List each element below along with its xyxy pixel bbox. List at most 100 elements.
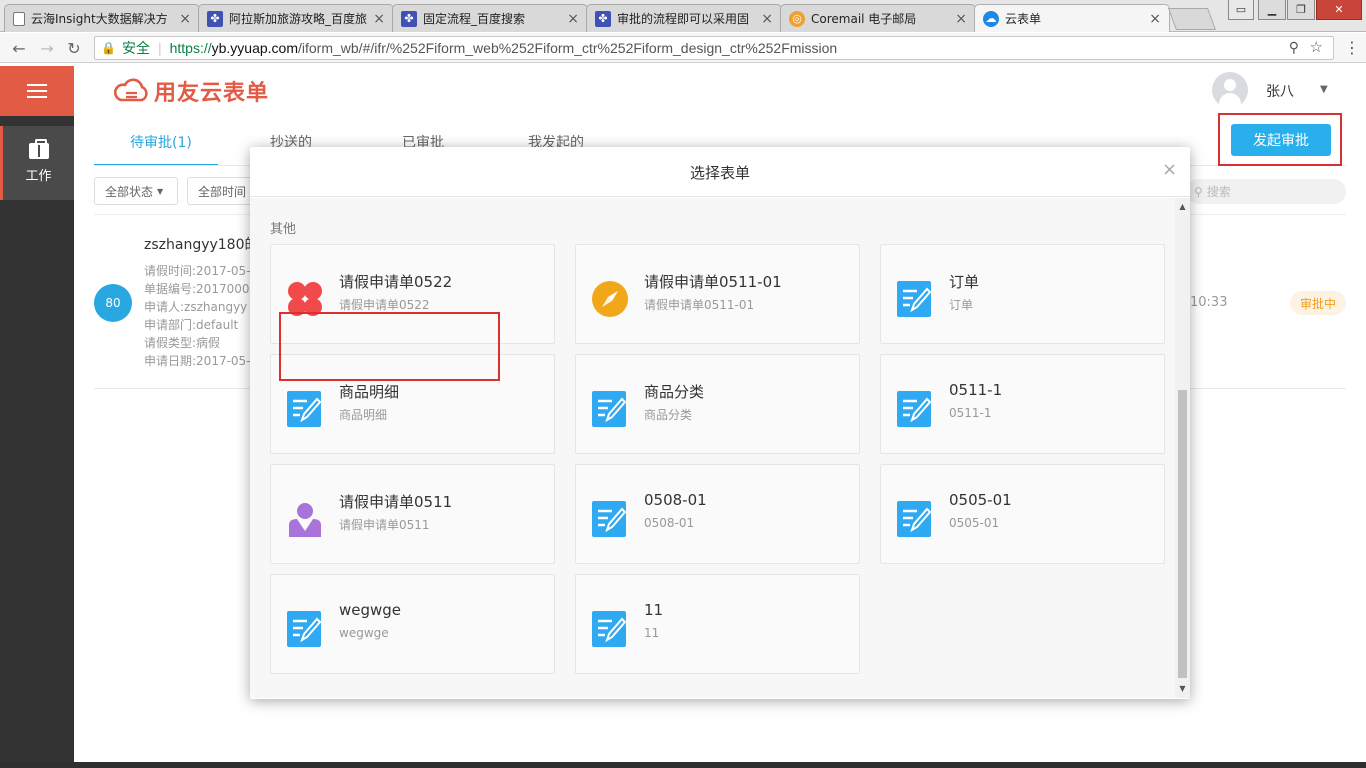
address-toolbar: ← → ↻ 🔒 安全 | https://yb.yyuap.com/iform_… <box>0 33 1366 63</box>
list-item-detail: 申请部门:default <box>144 318 239 332</box>
form-card-name: 订单 <box>949 273 980 291</box>
form-card-subtitle: 请假申请单0522 <box>339 298 430 312</box>
close-tab-icon[interactable]: × <box>567 11 579 27</box>
coremail-icon: ◎ <box>789 10 805 27</box>
browser-tab[interactable]: ◎ Coremail 电子邮局 × <box>780 4 976 32</box>
form-edit-icon <box>287 391 322 427</box>
minimize-button[interactable]: ▁ <box>1258 0 1286 20</box>
cloud-logo-icon <box>113 78 148 102</box>
browser-tab[interactable]: ✤ 阿拉斯加旅游攻略_百度旅 × <box>198 4 394 32</box>
close-icon[interactable]: × <box>1162 159 1177 180</box>
form-card-subtitle: 0511-1 <box>949 406 992 420</box>
dialog-body: 其他 请假申请单0522 请假申请单0522 请假申请单0511-01 请假申请… <box>250 198 1175 698</box>
list-item-time: 10:33 <box>1190 295 1228 310</box>
cloud-icon: ☁ <box>983 10 999 27</box>
form-card[interactable]: 0511-1 0511-1 <box>880 354 1165 454</box>
forward-icon[interactable]: → <box>36 37 58 59</box>
form-card[interactable]: 请假申请单0511 请假申请单0511 <box>270 464 555 564</box>
dialog-header: 选择表单 × <box>250 147 1190 197</box>
form-card-name: 0505-01 <box>949 491 1012 509</box>
list-item-detail: 申请日期:2017-05- <box>144 354 251 368</box>
tab-pending[interactable]: 待审批(1) <box>130 132 192 152</box>
form-card[interactable]: wegwge wegwge <box>270 574 555 674</box>
form-edit-icon <box>897 501 932 537</box>
form-card-subtitle: 请假申请单0511 <box>339 518 430 532</box>
profile-icon[interactable]: ▭ <box>1228 0 1254 20</box>
browser-menu-icon[interactable]: ⋮ <box>1344 38 1360 58</box>
avatar: 80 <box>94 284 132 322</box>
url-scheme: https:// <box>169 40 212 56</box>
form-card-name: 11 <box>644 601 664 619</box>
list-item-detail: 请假时间:2017-05- <box>144 264 251 278</box>
maximize-button[interactable]: ❐ <box>1287 0 1315 20</box>
browser-tab-title: 固定流程_百度搜索 <box>423 12 526 26</box>
bookmark-star-icon[interactable]: ☆ <box>1310 38 1323 56</box>
time-filter-label: 全部时间 <box>198 184 247 199</box>
divider: | <box>157 40 162 56</box>
form-card-name: wegwge <box>339 601 402 619</box>
close-tab-icon[interactable]: × <box>373 11 385 27</box>
scroll-down-icon[interactable]: ▼ <box>1175 684 1190 693</box>
sidebar-item-label: 工作 <box>25 168 52 184</box>
form-card-name: 0511-1 <box>949 381 1003 399</box>
status-badge: 审批中 <box>1290 291 1346 315</box>
scroll-up-icon[interactable]: ▲ <box>1175 202 1190 211</box>
scrollbar-thumb[interactable] <box>1178 390 1187 678</box>
user-name[interactable]: 张八 <box>1266 81 1294 101</box>
form-edit-icon <box>897 281 932 317</box>
form-card-name: 请假申请单0511 <box>339 493 453 511</box>
start-approval-button[interactable]: 发起审批 <box>1231 124 1331 156</box>
list-item-detail: 单据编号:2017000 <box>144 282 250 296</box>
browser-tab[interactable]: 云海Insight大数据解决方 × <box>4 4 200 32</box>
browser-tab[interactable]: ✤ 固定流程_百度搜索 × <box>392 4 588 32</box>
security-label: 安全 <box>121 40 150 56</box>
briefcase-icon <box>28 138 49 159</box>
avatar[interactable] <box>1212 72 1248 108</box>
app-logo: 用友云表单 <box>112 76 269 106</box>
browser-tab-title: Coremail 电子邮局 <box>811 12 917 26</box>
scrollbar[interactable]: ▲ ▼ <box>1175 198 1190 698</box>
form-card[interactable]: 0508-01 0508-01 <box>575 464 860 564</box>
logo-text: 用友云表单 <box>154 81 270 106</box>
form-edit-icon <box>592 391 627 427</box>
form-card-subtitle: 11 <box>644 626 660 640</box>
close-tab-icon[interactable]: × <box>1149 11 1161 27</box>
close-window-button[interactable]: ✕ <box>1316 0 1362 20</box>
form-card-subtitle: 商品分类 <box>644 408 693 422</box>
back-icon[interactable]: ← <box>8 37 30 59</box>
form-card[interactable]: 请假申请单0511-01 请假申请单0511-01 <box>575 244 860 344</box>
close-tab-icon[interactable]: × <box>955 11 967 27</box>
search-input[interactable]: ⚲ 搜索 <box>1186 179 1346 204</box>
status-filter-label: 全部状态 <box>105 184 154 199</box>
browser-tab[interactable]: ✤ 审批的流程即可以采用固 × <box>586 4 782 32</box>
dialog-title: 选择表单 <box>689 164 750 182</box>
pin-icon[interactable]: ⚲ <box>1289 39 1299 56</box>
browser-tab-active[interactable]: ☁ 云表单 × <box>974 4 1170 32</box>
form-edit-icon <box>287 611 322 647</box>
url-path: /iform_wb/#/ifr/%252Fiform_web%252Fiform… <box>298 40 838 56</box>
taskbar-edge <box>0 762 1366 768</box>
close-tab-icon[interactable]: × <box>179 11 191 27</box>
compass-icon <box>592 281 628 317</box>
new-tab-button[interactable] <box>1167 8 1217 30</box>
close-tab-icon[interactable]: × <box>761 11 773 27</box>
form-card[interactable]: 订单 订单 <box>880 244 1165 344</box>
status-filter[interactable]: 全部状态 ▼ <box>94 177 178 205</box>
list-item-title[interactable]: zszhangyy180的 <box>144 234 259 254</box>
form-card-subtitle: 0505-01 <box>949 516 1000 530</box>
menu-icon[interactable] <box>0 66 74 116</box>
person-icon <box>289 503 321 537</box>
select-form-dialog: 选择表单 × 其他 请假申请单0522 请假申请单0522 请假申请单0511-… <box>250 147 1190 699</box>
reload-icon[interactable]: ↻ <box>63 37 85 59</box>
url-text: https://yb.yyuap.com/iform_wb/#/ifr/%252… <box>170 40 838 56</box>
lock-icon: 🔒 <box>101 41 116 55</box>
chevron-down-icon[interactable]: ▼ <box>1320 84 1328 95</box>
list-item-detail: 申请人:zszhangyy <box>144 300 248 314</box>
form-card[interactable]: 11 11 <box>575 574 860 674</box>
form-card[interactable]: 商品分类 商品分类 <box>575 354 860 454</box>
sidebar-item-work[interactable]: 工作 <box>0 126 74 200</box>
form-card-subtitle: 订单 <box>949 298 974 312</box>
form-edit-icon <box>592 501 627 537</box>
form-card[interactable]: 0505-01 0505-01 <box>880 464 1165 564</box>
url-bar[interactable]: 🔒 安全 | https://yb.yyuap.com/iform_wb/#/i… <box>94 36 1334 60</box>
